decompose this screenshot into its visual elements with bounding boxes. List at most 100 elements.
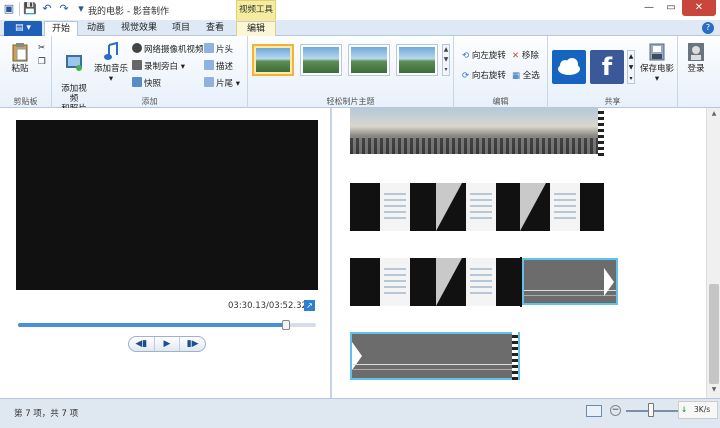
title-button[interactable]: 片头 xyxy=(204,43,233,55)
scroll-down-icon[interactable]: ▼ xyxy=(709,386,719,396)
tab-edit[interactable]: 编辑 xyxy=(236,21,276,36)
network-speed-badge: ↓ 3K/s xyxy=(678,401,718,419)
microphone-icon xyxy=(132,60,142,70)
photo-clip[interactable] xyxy=(350,108,604,154)
playhead-cursor[interactable] xyxy=(520,257,522,307)
work-area: 03:30.13/03:52.32 ↗ ◀▮ ▶ ▮▶ ▲ ▼ xyxy=(0,108,720,398)
theme-thumbnail[interactable] xyxy=(396,44,438,76)
close-button[interactable]: ✕ xyxy=(682,0,716,16)
undo-icon[interactable]: ↶ xyxy=(40,2,54,16)
theme-gallery-scroll[interactable]: ▲ ▼ ▾ xyxy=(442,44,450,76)
cut-icon[interactable]: ✂ xyxy=(38,42,45,54)
record-narration-label: 录制旁白 xyxy=(144,62,179,72)
save-movie-label: 保存电影 xyxy=(639,64,674,74)
storyboard-scrollbar[interactable]: ▲ ▼ xyxy=(706,108,720,398)
minimize-button[interactable]: — xyxy=(638,0,660,16)
transition-thumbnail xyxy=(436,258,462,306)
file-menu-button[interactable]: ▤ ▾ xyxy=(4,21,42,36)
next-frame-button[interactable]: ▮▶ xyxy=(180,337,205,351)
quick-access-toolbar: ▣ 💾 ↶ ↷ ▾ xyxy=(2,2,88,16)
caption-label: 描述 xyxy=(216,62,234,72)
add-group-label: 添加 xyxy=(141,97,158,106)
remove-button[interactable]: ✕ 移除 xyxy=(512,50,539,62)
scroll-up-icon[interactable]: ▲ xyxy=(709,110,719,120)
caption-button[interactable]: 描述 xyxy=(204,60,233,72)
save-movie-button[interactable]: 保存电影 ▾ xyxy=(638,42,676,84)
share-gallery-scroll[interactable]: ▲ ▼ ▾ xyxy=(627,50,635,84)
webcam-label: 网络摄像机视频 xyxy=(144,45,204,55)
remove-label: 移除 xyxy=(521,51,539,61)
rotate-left-icon: ⟲ xyxy=(462,51,470,61)
theme-preview-image xyxy=(303,47,339,73)
tab-animations[interactable]: 动画 xyxy=(80,21,112,36)
film-edge xyxy=(512,332,518,380)
scrollbar-thumb[interactable] xyxy=(709,284,719,384)
play-button[interactable]: ▶ xyxy=(155,337,181,351)
tab-project[interactable]: 项目 xyxy=(166,21,196,36)
paste-button[interactable]: 粘贴 xyxy=(6,42,34,74)
screen-thumbnail xyxy=(380,258,410,306)
storyboard xyxy=(334,108,706,398)
copy-icon[interactable]: ❐ xyxy=(38,56,46,68)
transition-thumbnail xyxy=(436,183,462,231)
credits-button[interactable]: 片尾 ▾ xyxy=(204,77,240,89)
zoom-out-icon[interactable]: − xyxy=(610,405,621,416)
help-icon[interactable]: ? xyxy=(702,22,714,34)
app-menu-icon[interactable]: ▣ xyxy=(2,2,16,16)
rotate-right-label: 向右旋转 xyxy=(471,71,506,81)
storyboard-view-icon[interactable] xyxy=(586,405,602,417)
customize-qat-icon[interactable]: ▾ xyxy=(74,2,88,16)
video-clip[interactable] xyxy=(350,258,520,306)
theme-thumbnail[interactable] xyxy=(348,44,390,76)
audio-clip[interactable] xyxy=(350,332,520,380)
save-icon[interactable]: 💾 xyxy=(23,2,37,16)
seek-bar-thumb[interactable] xyxy=(282,320,291,330)
theme-thumbnail[interactable] xyxy=(300,44,342,76)
video-clip[interactable] xyxy=(350,183,604,231)
tab-home[interactable]: 开始 xyxy=(44,21,78,36)
sign-in-button[interactable]: 登录 xyxy=(682,42,710,74)
ribbon: 粘贴 ✂ ❐ 剪贴板 添加视频 和照片 添加音乐 ▾ 网络摄像机视频 录制旁白 … xyxy=(0,36,720,114)
facebook-share-button[interactable]: f xyxy=(590,50,624,84)
audio-clip[interactable] xyxy=(522,258,618,305)
paste-icon xyxy=(12,43,28,62)
theme-preview-image xyxy=(351,47,387,73)
maximize-button[interactable]: ▭ xyxy=(660,0,682,16)
rotate-right-button[interactable]: ⟳ 向右旋转 xyxy=(462,70,506,82)
snapshot-icon xyxy=(132,77,142,87)
add-group: 添加视频 和照片 添加音乐 ▾ 网络摄像机视频 录制旁白 ▾ 快照 片头 描述 … xyxy=(52,36,248,114)
theme-thumbnail[interactable] xyxy=(252,44,294,76)
clip-arrow-icon xyxy=(604,268,614,296)
sign-in-label: 登录 xyxy=(687,64,705,74)
title-bar: ▣ 💾 ↶ ↷ ▾ 我的电影 - 影音制作 视频工具 — ▭ ✕ xyxy=(0,0,720,20)
fullscreen-icon[interactable]: ↗ xyxy=(304,300,315,311)
paste-label: 粘贴 xyxy=(11,64,29,74)
select-all-button[interactable]: ▦ 全选 xyxy=(512,70,540,82)
transition-thumbnail xyxy=(520,183,546,231)
onedrive-share-button[interactable] xyxy=(552,50,586,84)
webcam-video-button[interactable]: 网络摄像机视频 xyxy=(132,43,204,55)
seek-bar[interactable] xyxy=(18,320,316,330)
webcam-icon xyxy=(132,43,142,53)
rotate-left-button[interactable]: ⟲ 向左旋转 xyxy=(462,50,506,62)
rotate-left-label: 向左旋转 xyxy=(471,51,506,61)
title-icon xyxy=(204,43,214,53)
add-music-button[interactable]: 添加音乐 ▾ xyxy=(94,42,128,84)
clipboard-group-label: 剪贴板 xyxy=(13,97,38,106)
screen-thumbnail xyxy=(550,183,580,231)
tab-visual-effects[interactable]: 视觉效果 xyxy=(116,21,162,36)
tab-view[interactable]: 查看 xyxy=(200,21,230,36)
window-controls: — ▭ ✕ xyxy=(638,0,716,16)
video-preview[interactable] xyxy=(16,120,318,290)
screen-thumbnail xyxy=(466,183,496,231)
redo-icon[interactable]: ↷ xyxy=(57,2,71,16)
record-narration-button[interactable]: 录制旁白 ▾ xyxy=(132,60,185,72)
user-icon xyxy=(688,43,704,61)
screen-thumbnail xyxy=(466,258,496,306)
snapshot-button[interactable]: 快照 xyxy=(132,77,161,89)
cloud-icon xyxy=(558,58,580,75)
previous-frame-button[interactable]: ◀▮ xyxy=(129,337,155,351)
theme-preview-image xyxy=(399,47,435,73)
zoom-slider-thumb[interactable] xyxy=(648,403,654,417)
add-music-label: 添加音乐 xyxy=(94,64,129,74)
